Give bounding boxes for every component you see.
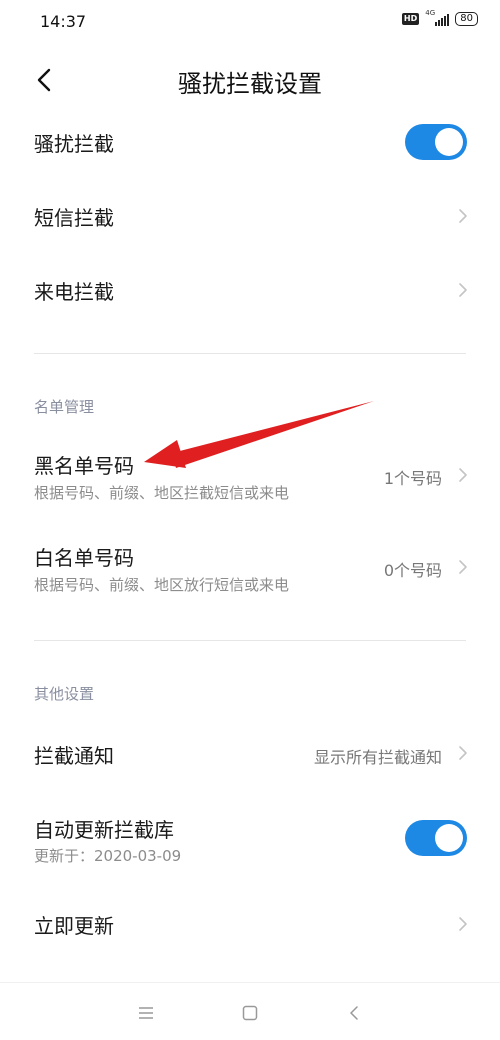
sms-block-label: 短信拦截: [34, 206, 114, 230]
update-now-label: 立即更新: [34, 914, 114, 938]
sms-block-row[interactable]: 短信拦截: [0, 186, 500, 246]
hd-icon: HD: [401, 13, 420, 25]
auto-update-label: 自动更新拦截库: [34, 818, 174, 842]
network-type: 4G: [425, 8, 436, 17]
call-block-row[interactable]: 来电拦截: [0, 260, 500, 320]
chevron-right-icon: [459, 209, 467, 223]
home-icon: [242, 1005, 258, 1021]
chevron-right-icon: [459, 917, 467, 931]
auto-update-row: 自动更新拦截库 更新于：2020-03-09: [0, 804, 500, 874]
blacklist-label: 黑名单号码: [34, 454, 134, 478]
update-now-row[interactable]: 立即更新: [0, 894, 500, 956]
nav-back-button[interactable]: [340, 999, 368, 1027]
list-section-heading: 名单管理: [34, 398, 95, 416]
chevron-right-icon: [459, 468, 467, 482]
blacklist-description: 根据号码、前缀、地区拦截短信或来电: [34, 484, 290, 502]
page-title: 骚扰拦截设置: [178, 70, 322, 98]
call-block-label: 来电拦截: [34, 280, 114, 304]
chevron-right-icon: [459, 560, 467, 574]
home-button[interactable]: [236, 999, 264, 1027]
status-icons: HD 4G 80: [401, 9, 478, 26]
harassment-block-row: 骚扰拦截: [0, 112, 500, 172]
battery-icon: 80: [455, 12, 478, 26]
status-time: 14:37: [40, 12, 87, 31]
blacklist-row[interactable]: 黑名单号码 根据号码、前缀、地区拦截短信或来电 1个号码: [0, 440, 500, 514]
block-notification-row[interactable]: 拦截通知 显示所有拦截通知: [0, 722, 500, 784]
block-notification-value: 显示所有拦截通知: [313, 748, 442, 767]
divider: [34, 640, 466, 641]
divider: [34, 353, 466, 354]
harassment-block-toggle[interactable]: [405, 124, 467, 160]
menu-button[interactable]: [132, 999, 160, 1027]
block-notification-label: 拦截通知: [34, 744, 114, 768]
harassment-block-label: 骚扰拦截: [34, 132, 114, 156]
system-nav-bar: [0, 982, 500, 1040]
signal-icon: 4G: [425, 9, 450, 26]
other-section-heading: 其他设置: [34, 685, 95, 703]
back-icon: [350, 1006, 358, 1020]
chevron-right-icon: [459, 746, 467, 760]
menu-icon: [139, 1007, 153, 1019]
whitelist-description: 根据号码、前缀、地区放行短信或来电: [34, 576, 290, 594]
status-bar: 14:37 HD 4G 80: [0, 0, 500, 44]
chevron-right-icon: [459, 283, 467, 297]
whitelist-count: 0个号码: [383, 561, 442, 580]
auto-update-toggle[interactable]: [405, 820, 467, 856]
header: 骚扰拦截设置: [0, 50, 500, 110]
whitelist-row[interactable]: 白名单号码 根据号码、前缀、地区放行短信或来电 0个号码: [0, 532, 500, 606]
blacklist-count: 1个号码: [383, 469, 442, 488]
last-updated-text: 更新于：2020-03-09: [34, 847, 182, 865]
whitelist-label: 白名单号码: [34, 546, 134, 570]
